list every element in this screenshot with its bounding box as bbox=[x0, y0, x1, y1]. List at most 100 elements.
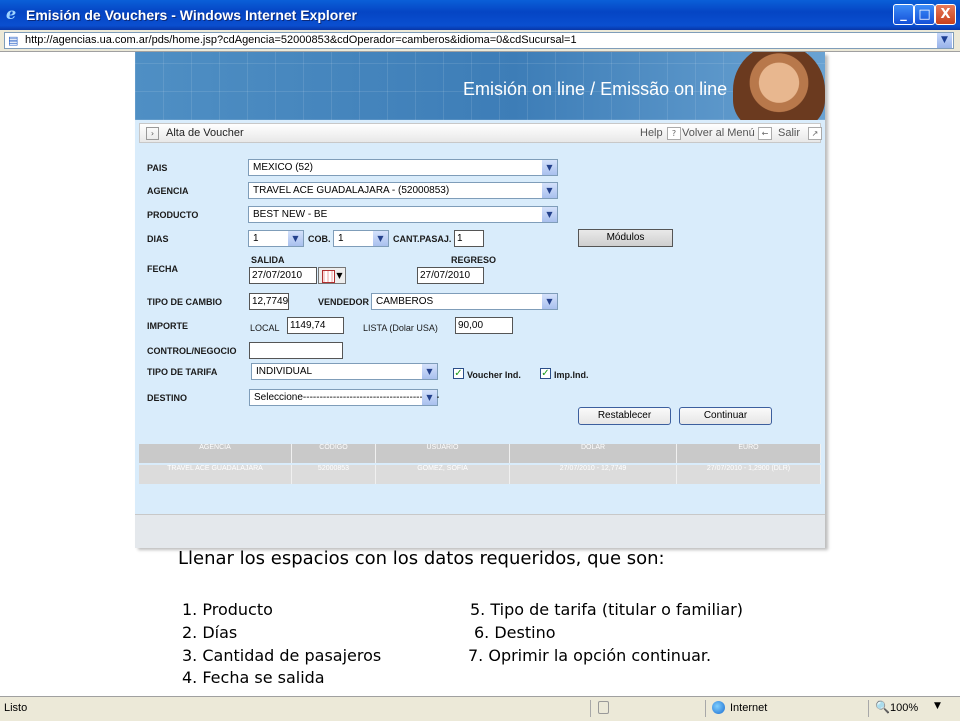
zoom-icon[interactable]: 🔍 bbox=[875, 700, 890, 714]
chevron-down-icon: ▼ bbox=[422, 364, 437, 379]
instruction-item: 7. Oprimir la opción continuar. bbox=[468, 646, 712, 665]
control-label: CONTROL/NEGOCIO bbox=[147, 346, 237, 356]
header-euro: EURO bbox=[677, 444, 821, 463]
back-arrow-icon[interactable]: ← bbox=[758, 127, 772, 140]
help-icon[interactable]: ? bbox=[667, 127, 681, 140]
security-zone: Internet bbox=[730, 702, 768, 714]
calendar-icon bbox=[322, 270, 335, 283]
voucher-ind-checkbox[interactable]: ✓ bbox=[453, 368, 464, 379]
page-icon: ▤ bbox=[8, 34, 19, 47]
local-value: 1149,74 bbox=[290, 320, 326, 331]
imp-ind-checkbox[interactable]: ✓ bbox=[540, 368, 551, 379]
chevron-down-icon: ▼ bbox=[542, 207, 557, 222]
agencia-value: TRAVEL ACE GUADALAJARA - (52000853) bbox=[253, 185, 450, 196]
cambio-value: 12,7749 bbox=[252, 296, 289, 307]
dias-value: 1 bbox=[253, 233, 259, 244]
cob-value: 1 bbox=[338, 233, 344, 244]
cell-usuario: GOMEZ, SOFIA bbox=[376, 465, 510, 484]
chevron-down-icon: ▼ bbox=[542, 294, 557, 309]
destino-select[interactable]: Seleccione------------------------------… bbox=[249, 389, 440, 406]
status-divider bbox=[590, 700, 591, 717]
instruction-item: 4. Fecha se salida bbox=[182, 668, 325, 687]
maximize-button[interactable]: □ bbox=[914, 4, 935, 25]
instruction-item: 6. Destino bbox=[474, 623, 556, 642]
close-button[interactable]: X bbox=[935, 4, 956, 25]
title-bar: e Emisión de Vouchers - Windows Internet… bbox=[0, 0, 960, 30]
instruction-item: 1. Producto bbox=[182, 600, 273, 619]
panel-footer bbox=[135, 514, 825, 548]
lista-label: LISTA (Dolar USA) bbox=[363, 323, 438, 333]
chevron-down-icon: ▼ bbox=[288, 231, 303, 246]
lista-value: 90,00 bbox=[458, 320, 484, 331]
tarifa-select[interactable]: INDIVIDUAL ▼ bbox=[251, 363, 438, 380]
cell-agencia: TRAVEL ACE GUADALAJARA bbox=[139, 465, 292, 484]
status-divider bbox=[868, 700, 869, 717]
calendar-picker[interactable]: ▼ bbox=[318, 267, 346, 284]
vendedor-label: VENDEDOR bbox=[318, 297, 370, 307]
agencia-select[interactable]: TRAVEL ACE GUADALAJARA - (52000853) ▼ bbox=[248, 182, 558, 199]
salida-input[interactable]: 27/07/2010 bbox=[249, 267, 317, 284]
producto-select[interactable]: BEST NEW - BE ▼ bbox=[248, 206, 558, 223]
table-header-row: AGENCIA CÓDIGO USUARIO DOLAR EURO bbox=[139, 444, 821, 463]
instruction-item: 2. Días bbox=[182, 623, 238, 642]
chevron-down-icon: ▼ bbox=[542, 160, 557, 175]
tarifa-label: TIPO DE TARIFA bbox=[147, 367, 218, 377]
regreso-input[interactable]: 27/07/2010 bbox=[417, 267, 484, 284]
instruction-item: 5. Tipo de tarifa (titular o familiar) bbox=[470, 600, 743, 619]
cob-label: COB. bbox=[308, 234, 331, 244]
banner-title: Emisión on line / Emissão on line bbox=[463, 79, 728, 99]
fecha-label: FECHA bbox=[147, 264, 178, 274]
collapse-arrow-icon[interactable]: › bbox=[146, 127, 159, 140]
lista-input[interactable]: 90,00 bbox=[455, 317, 513, 334]
chevron-down-icon: ▼ bbox=[336, 271, 343, 280]
cell-dolar: 27/07/2010 - 12,7749 bbox=[510, 465, 677, 484]
vendedor-value: CAMBEROS bbox=[376, 296, 434, 307]
header-codigo: CÓDIGO bbox=[292, 444, 376, 463]
control-input[interactable] bbox=[249, 342, 343, 359]
regreso-value: 27/07/2010 bbox=[420, 270, 471, 281]
local-input[interactable]: 1149,74 bbox=[287, 317, 344, 334]
chevron-down-icon[interactable]: ▼ bbox=[937, 33, 952, 48]
exit-link[interactable]: Salir bbox=[778, 127, 800, 139]
browser-content: Emisión on line / Emissão on line › Alta… bbox=[3, 52, 957, 692]
header-usuario: USUARIO bbox=[376, 444, 510, 463]
restablecer-button[interactable]: Restablecer bbox=[578, 407, 671, 425]
pasajeros-value: 1 bbox=[457, 233, 463, 244]
header-dolar: DOLAR bbox=[510, 444, 677, 463]
chevron-down-icon[interactable]: ▼ bbox=[934, 701, 941, 711]
back-to-menu-link[interactable]: Volver al Menú bbox=[682, 127, 755, 139]
minimize-button[interactable]: _ bbox=[893, 4, 914, 25]
web-app-panel: Emisión on line / Emissão on line › Alta… bbox=[135, 52, 825, 548]
exit-icon[interactable]: ↗ bbox=[808, 127, 822, 140]
status-divider bbox=[705, 700, 706, 717]
globe-icon bbox=[712, 701, 725, 714]
help-link[interactable]: Help bbox=[640, 127, 663, 139]
dias-label: DIAS bbox=[147, 234, 169, 244]
window-title: Emisión de Vouchers - Windows Internet E… bbox=[26, 7, 358, 23]
destino-value: Seleccione------------------------------… bbox=[254, 392, 440, 403]
voucher-ind-label: Voucher Ind. bbox=[467, 370, 521, 380]
instructions-heading: Llenar los espacios con los datos requer… bbox=[178, 548, 665, 569]
continuar-button[interactable]: Continuar bbox=[679, 407, 772, 425]
agencia-label: AGENCIA bbox=[147, 186, 189, 196]
salida-value: 27/07/2010 bbox=[252, 270, 303, 281]
regreso-label: REGRESO bbox=[451, 255, 497, 265]
pasajeros-label: CANT.PASAJ. bbox=[393, 234, 452, 244]
address-field[interactable]: ▤ http://agencias.ua.com.ar/pds/home.jsp… bbox=[4, 32, 954, 49]
banner-photo bbox=[733, 52, 825, 120]
importe-label: IMPORTE bbox=[147, 321, 189, 331]
modulos-button[interactable]: Módulos bbox=[578, 229, 673, 247]
dias-select[interactable]: 1 ▼ bbox=[248, 230, 304, 247]
cob-select[interactable]: 1 ▼ bbox=[333, 230, 389, 247]
cell-codigo: 52000853 bbox=[292, 465, 376, 484]
chevron-down-icon: ▼ bbox=[422, 390, 437, 405]
vendedor-select[interactable]: CAMBEROS ▼ bbox=[371, 293, 558, 310]
section-title: Alta de Voucher bbox=[166, 127, 244, 139]
cambio-input[interactable]: 12,7749 bbox=[249, 293, 289, 310]
destino-label: DESTINO bbox=[147, 393, 188, 403]
pasajeros-input[interactable]: 1 bbox=[454, 230, 484, 247]
chevron-down-icon: ▼ bbox=[373, 231, 388, 246]
pais-select[interactable]: MEXICO (52) ▼ bbox=[248, 159, 558, 176]
instruction-item: 3. Cantidad de pasajeros bbox=[182, 646, 382, 665]
zoom-level[interactable]: 100% bbox=[890, 702, 918, 714]
